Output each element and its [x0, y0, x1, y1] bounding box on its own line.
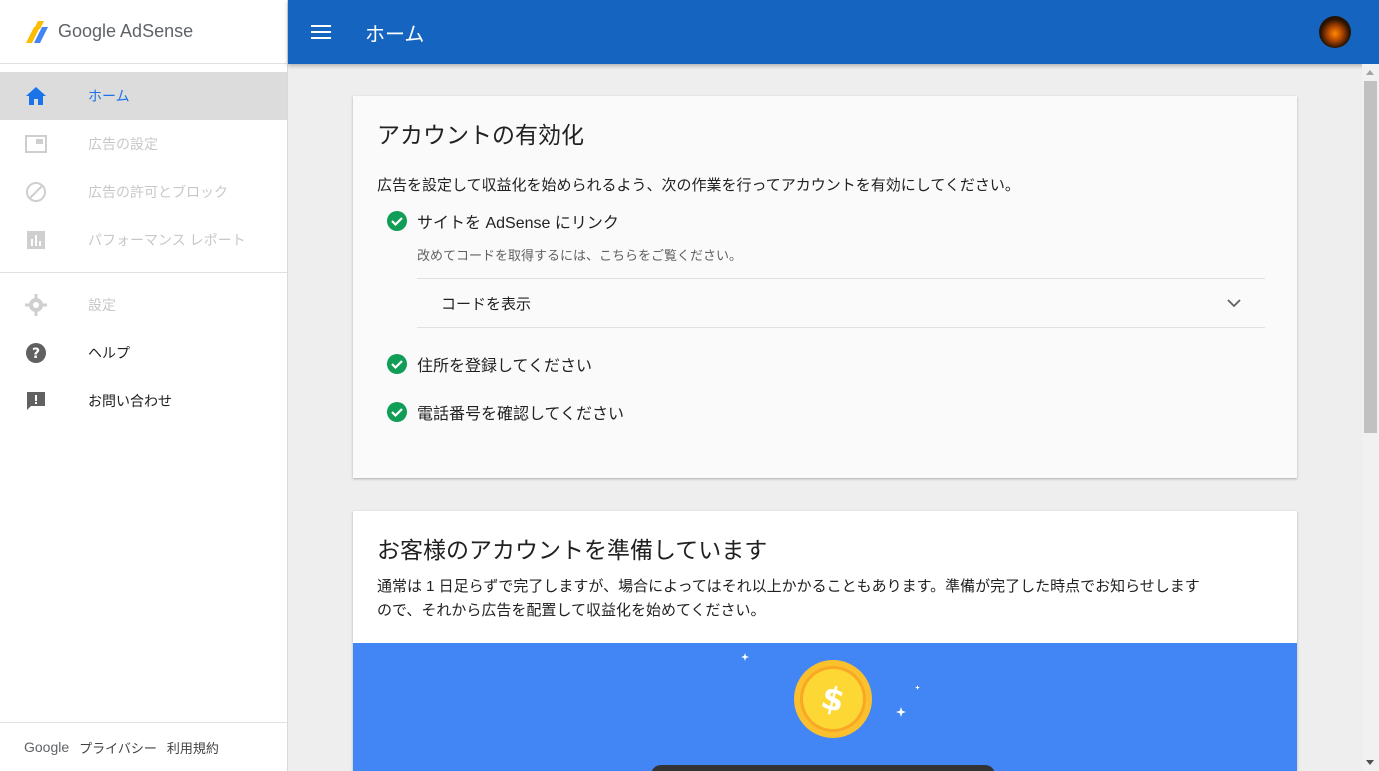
page-title: ホーム: [365, 23, 425, 46]
page-scrollbar[interactable]: [1362, 64, 1379, 771]
task-hint[interactable]: 改めてコードを取得するには、こちらをご覧ください。: [417, 245, 1273, 264]
sidebar-footer: Google プライバシー 利用規約: [0, 722, 287, 771]
adsense-logo-icon: [26, 20, 48, 43]
sidebar-item-ad-settings[interactable]: 広告の設定: [0, 120, 287, 168]
scrollbar-thumb[interactable]: [1364, 81, 1377, 433]
help-icon: ?: [24, 341, 48, 365]
preparing-card-description: 通常は 1 日足らずで完了しますが、場合によってはそれ以上かかることもあります。…: [377, 575, 1273, 623]
task-verify-phone: 電話番号を確認してください: [387, 400, 1273, 424]
bar-chart-icon: [24, 228, 48, 252]
feedback-icon: [24, 389, 48, 413]
activation-card-description: 広告を設定して収益化を始められるよう、次の作業を行ってアカウントを有効にしてくだ…: [377, 177, 1020, 194]
block-icon: [24, 180, 48, 204]
sidebar-item-label: ホーム: [88, 88, 130, 104]
task-label: 住所を登録してください: [417, 358, 593, 375]
sidebar-item-home[interactable]: ホーム: [0, 72, 287, 120]
sidebar-item-label: お問い合わせ: [88, 393, 172, 409]
footer-privacy-link[interactable]: プライバシー: [79, 738, 157, 757]
scroll-up-arrow-icon[interactable]: [1366, 70, 1374, 75]
description-line: ので、それから広告を配置して収益化を始めてください。: [377, 602, 766, 619]
preparing-card: お客様のアカウントを準備しています 通常は 1 日足らずで完了しますが、場合によ…: [353, 511, 1297, 771]
laptop-illustration: [651, 765, 995, 771]
top-app-bar: ホーム: [288, 0, 1379, 64]
illustration-banner: $: [353, 643, 1297, 771]
sidebar-nav: ホーム 広告の設定 広告の許可とブロック パフォーマンス レポート 設定 ? ヘ…: [0, 64, 287, 425]
footer-google: Google: [24, 739, 70, 755]
sparkle-icon: [896, 707, 906, 717]
sidebar-item-contact[interactable]: お問い合わせ: [0, 377, 287, 425]
hamburger-icon: [311, 25, 331, 39]
task-register-address: 住所を登録してください: [387, 352, 1273, 376]
svg-text:?: ?: [32, 346, 40, 362]
brand-name: Google AdSense: [58, 21, 194, 41]
sidebar-item-allow-block[interactable]: 広告の許可とブロック: [0, 168, 287, 216]
sidebar-item-label: 広告の許可とブロック: [88, 184, 228, 200]
sidebar-item-label: パフォーマンス レポート: [88, 232, 246, 248]
task-link-site: サイトを AdSense にリンク: [387, 209, 1273, 233]
sidebar-divider: [0, 272, 287, 273]
task-label: サイトを AdSense にリンク: [417, 215, 619, 232]
sidebar-item-help[interactable]: ? ヘルプ: [0, 329, 287, 377]
menu-button[interactable]: [309, 20, 333, 44]
show-code-expander[interactable]: コードを表示: [417, 278, 1265, 328]
scroll-down-arrow-icon[interactable]: [1366, 760, 1374, 765]
check-circle-icon: [387, 402, 407, 422]
sparkle-icon: [915, 685, 920, 690]
sidebar-item-label: 広告の設定: [88, 136, 158, 152]
footer-terms-link[interactable]: 利用規約: [167, 738, 219, 757]
check-circle-icon: [387, 354, 407, 374]
brand[interactable]: Google AdSense: [0, 0, 287, 64]
dollar-coin-icon: $: [794, 660, 872, 738]
task-label: 電話番号を確認してください: [417, 406, 625, 423]
check-circle-icon: [387, 211, 407, 231]
activation-card: アカウントの有効化 広告を設定して収益化を始められるよう、次の作業を行ってアカウ…: [353, 96, 1297, 478]
preparing-card-title: お客様のアカウントを準備しています: [377, 537, 768, 563]
avatar[interactable]: [1319, 16, 1351, 48]
ad-unit-icon: [24, 132, 48, 156]
sparkle-icon: [741, 653, 749, 661]
sidebar-item-settings[interactable]: 設定: [0, 281, 287, 329]
gear-icon: [24, 293, 48, 317]
chevron-down-icon: [1227, 298, 1241, 307]
sidebar-item-label: 設定: [88, 297, 116, 313]
activation-card-title: アカウントの有効化: [377, 122, 584, 148]
home-icon: [24, 84, 48, 108]
expander-label: コードを表示: [441, 295, 532, 313]
sidebar-item-performance-report[interactable]: パフォーマンス レポート: [0, 216, 287, 264]
sidebar: Google AdSense ホーム 広告の設定 広告の許可とブロック パフォー…: [0, 0, 288, 771]
sidebar-item-label: ヘルプ: [88, 345, 130, 361]
description-line: 通常は 1 日足らずで完了しますが、場合によってはそれ以上かかることもあります。…: [377, 578, 1200, 595]
